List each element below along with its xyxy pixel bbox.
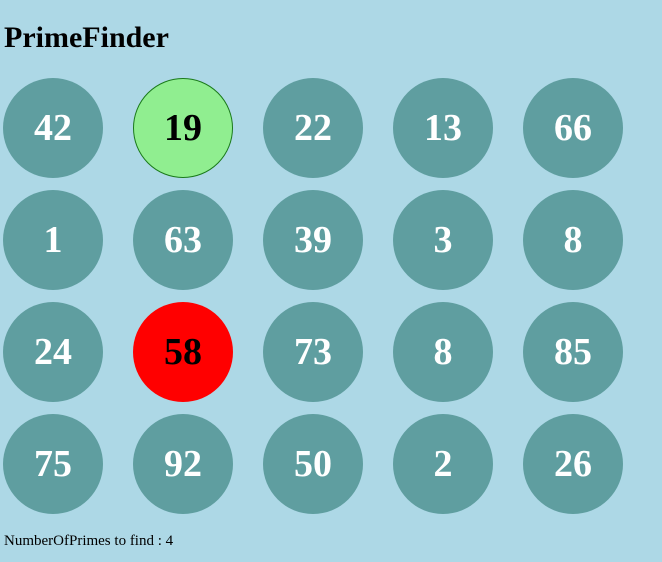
number-cell[interactable]: 92 (133, 414, 233, 514)
number-cell[interactable]: 42 (3, 78, 103, 178)
number-grid: 42 19 22 13 66 1 63 39 3 8 24 58 73 8 85… (3, 78, 623, 514)
number-cell[interactable]: 8 (523, 190, 623, 290)
primes-remaining-count: 4 (165, 533, 174, 549)
number-cell[interactable]: 63 (133, 190, 233, 290)
primes-remaining-status: NumberOfPrimes to find : 4 (4, 532, 173, 550)
number-cell[interactable]: 58 (133, 302, 233, 402)
primes-remaining-label: NumberOfPrimes to find : (4, 533, 166, 549)
number-cell[interactable]: 24 (3, 302, 103, 402)
number-cell[interactable]: 8 (393, 302, 493, 402)
number-cell[interactable]: 39 (263, 190, 363, 290)
number-cell[interactable]: 26 (523, 414, 623, 514)
page-title: PrimeFinder (4, 21, 169, 54)
number-cell[interactable]: 13 (393, 78, 493, 178)
number-cell[interactable]: 1 (3, 190, 103, 290)
number-cell[interactable]: 22 (263, 78, 363, 178)
number-cell[interactable]: 73 (263, 302, 363, 402)
number-cell[interactable]: 19 (133, 78, 233, 178)
number-cell[interactable]: 3 (393, 190, 493, 290)
number-cell[interactable]: 75 (3, 414, 103, 514)
number-cell[interactable]: 85 (523, 302, 623, 402)
number-cell[interactable]: 66 (523, 78, 623, 178)
number-cell[interactable]: 2 (393, 414, 493, 514)
number-cell[interactable]: 50 (263, 414, 363, 514)
